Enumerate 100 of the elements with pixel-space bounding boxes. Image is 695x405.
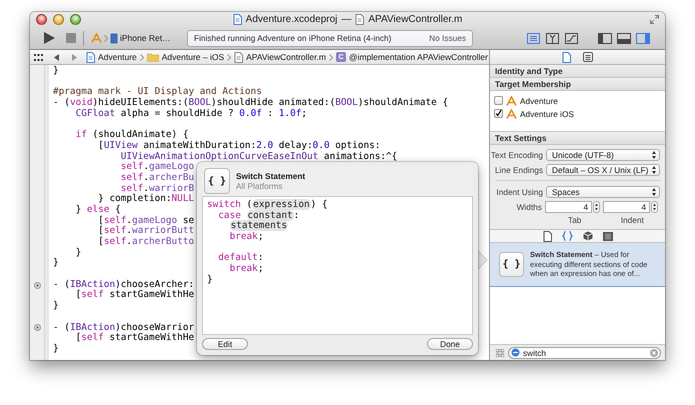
issues-label: No Issues (429, 33, 466, 44)
breadcrumb-item[interactable]: Adventure – iOS (162, 52, 224, 62)
popup-button[interactable]: Default – OS X / Unix (LF) (546, 164, 660, 176)
snippet-line: default: (217, 253, 264, 264)
chevron-icon (140, 54, 144, 60)
section-header[interactable]: Target Membership (490, 78, 665, 91)
view-toggle-button[interactable] (596, 30, 613, 46)
code-line: - (IBAction)chooseWarrior (53, 322, 194, 332)
library-tab[interactable] (542, 230, 552, 242)
snippet-line: break; (228, 264, 264, 275)
film-icon (602, 232, 612, 240)
popup-button[interactable]: Spaces (546, 186, 660, 198)
breadcrumb-item[interactable]: Adventure (98, 52, 137, 62)
snippet-icon: { } (204, 168, 230, 194)
run-button[interactable] (42, 31, 56, 46)
field-label: Widths (516, 202, 543, 212)
code-line: } (53, 344, 59, 355)
code-line: [self.warriorButt (97, 226, 194, 236)
editor-mode-button[interactable] (563, 30, 580, 46)
help-panel-icon (583, 52, 593, 62)
snippet-line: switch (expression) { (207, 200, 328, 211)
field-caption: Indent (620, 214, 645, 224)
chevron-icon (104, 34, 108, 42)
code-line: } (74, 248, 82, 258)
connection-circle-icon[interactable] (34, 282, 40, 289)
target-label: Adventure iOS (520, 108, 574, 118)
section-header[interactable]: Identity and Type (490, 65, 665, 78)
updown-arrows-icon (652, 188, 656, 196)
inspector-tab[interactable] (583, 52, 593, 62)
snippet-line: case constant: (217, 210, 300, 221)
minimize-button[interactable] (53, 14, 64, 26)
code-line: [self.archerButto (97, 237, 194, 248)
tuxedo-icon (546, 32, 559, 44)
code-line: - (void)hideUIElements:(BOOL)shouldHide animated:(BOOL)shouldAnimate { (53, 98, 448, 108)
view-toggle-button[interactable] (615, 30, 632, 46)
close-button[interactable] (36, 14, 47, 26)
done-button[interactable]: Done (427, 338, 473, 350)
number-field[interactable]: 4 (602, 200, 650, 212)
status-message: Finished running Adventure on iPhone Retina (4-inch) (194, 33, 392, 44)
popup-button[interactable]: Unicode (UTF-8) (546, 148, 660, 160)
inspector-tab[interactable] (562, 52, 571, 62)
left-panel-icon (598, 32, 612, 44)
stepper[interactable] (593, 200, 600, 212)
fullscreen-icon[interactable] (650, 15, 659, 24)
code-line: [self.gameLogo se (97, 216, 194, 226)
editor-mode-button[interactable] (544, 30, 561, 46)
braces-icon (562, 231, 572, 241)
code-line: } completion:NULL (97, 194, 194, 204)
zoom-button[interactable] (70, 14, 81, 26)
field-label: Indent Using (495, 186, 544, 196)
section-header[interactable]: Text Settings (490, 132, 665, 145)
snippet-title: Switch Statement (236, 171, 306, 181)
grid-icon[interactable] (34, 54, 43, 60)
stepper[interactable] (651, 200, 658, 212)
target-label: Adventure (520, 96, 558, 106)
graph-icon (565, 32, 578, 44)
number-field[interactable]: 4 (544, 200, 592, 212)
search-field[interactable]: switch (508, 346, 661, 358)
code-line: CGFloat alpha = shouldHide ? 0.0f : 1.0f; (74, 108, 308, 120)
forward-icon[interactable] (71, 54, 77, 60)
device-icon (110, 32, 118, 44)
app-icon (506, 96, 517, 106)
code-line: } (53, 301, 59, 312)
bottom-panel-icon (616, 32, 630, 44)
code-line: self.gameLogo (120, 162, 194, 172)
edit-button[interactable]: Edit (202, 338, 248, 350)
breadcrumb-item[interactable]: @implementation APAViewController (348, 52, 488, 62)
breadcrumb-item[interactable]: APAViewController.m (246, 52, 326, 62)
code-line: UIViewAnimationOptionCurveEaseInOut animations:^{ (120, 152, 398, 162)
field-caption: Tab (567, 214, 582, 224)
title-separator: — (341, 14, 352, 26)
code-line: if (shouldAnimate) { (74, 130, 188, 140)
view-toggle-button[interactable] (634, 30, 651, 46)
app-icon (506, 108, 517, 118)
library-tab[interactable] (562, 231, 572, 241)
chevron-icon (328, 54, 333, 60)
lines-icon (527, 32, 540, 44)
filter-icon (511, 348, 520, 357)
editor-mode-button[interactable] (525, 30, 542, 46)
code-line: [UIView animateWithDuration:2.0 delay:0.0 options: (97, 140, 380, 152)
code-line: } (53, 66, 59, 77)
code-line: } else { (74, 204, 121, 216)
connection-circle-icon[interactable] (34, 324, 40, 332)
field-label: Line Endings (494, 164, 544, 174)
snippet-line: statements (228, 221, 288, 232)
library-tab[interactable] (602, 232, 612, 240)
code-line: self.warriorB (120, 184, 194, 194)
updown-arrows-icon (652, 166, 656, 174)
window-title: Adventure.xcodeproj (246, 14, 338, 26)
checkbox[interactable] (494, 109, 503, 118)
right-panel-icon (636, 32, 650, 44)
document-icon (562, 52, 571, 62)
snippet-line: } (207, 274, 213, 286)
back-icon[interactable] (54, 54, 60, 60)
code-line: - (IBAction)chooseArcher: (53, 280, 194, 290)
updown-arrows-icon (652, 150, 656, 158)
folder-icon (146, 52, 159, 62)
checkbox[interactable] (494, 96, 503, 105)
library-tab[interactable] (582, 231, 592, 241)
scheme-selector[interactable]: iPhone Ret… (91, 32, 171, 44)
